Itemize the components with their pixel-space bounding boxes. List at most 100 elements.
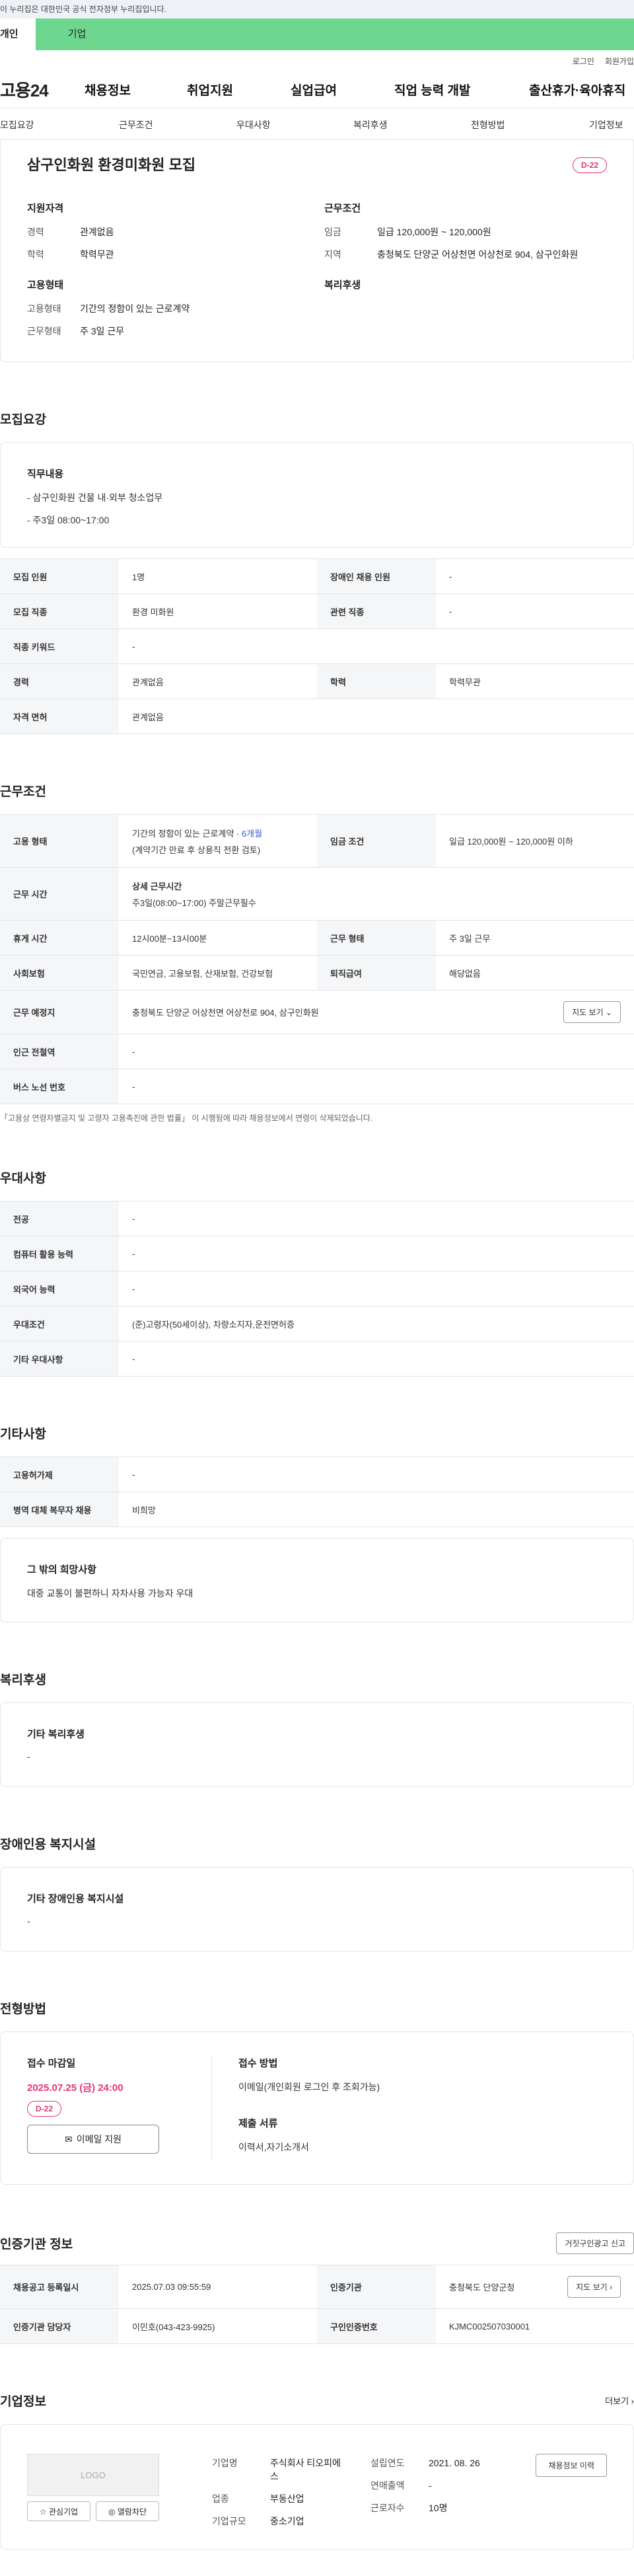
value: 충청북도 단양군 어상천면 어상천로 904, 삼구인화원 bbox=[377, 249, 579, 260]
benefit-value: - bbox=[27, 1751, 30, 1762]
tab-personal[interactable]: 개인 bbox=[0, 19, 36, 50]
label: 근무형태 bbox=[27, 326, 61, 336]
cert-table: 채용공고 등록일시 2025.07.03 09:55:59 인증기관 충청북도 단양군… bbox=[0, 2265, 634, 2344]
employment-heading: 고용형태 bbox=[27, 280, 64, 291]
anchor-work[interactable]: 근무조건 bbox=[119, 118, 153, 132]
company-size: 중소기업 bbox=[270, 2516, 304, 2526]
th: 근무 시간 bbox=[0, 868, 119, 920]
gnb-jobs[interactable]: 채용정보 bbox=[85, 81, 131, 98]
td: 이민호(043-423-9925) bbox=[132, 2322, 215, 2332]
other-wishes-box: 그 밖의 희망사항 대중 교통이 불편하니 자차사용 가능자 우대 bbox=[0, 1538, 634, 1622]
td: - bbox=[132, 1046, 135, 1057]
company-name: 주식회사 티오피에스 bbox=[270, 2458, 341, 2481]
job-title: 삼구인화원 환경미화원 모집 bbox=[27, 157, 196, 173]
th: 고용허가제 bbox=[0, 1457, 119, 1492]
th: 학력 bbox=[317, 664, 436, 699]
job-history-button[interactable]: 채용정보 이력 bbox=[536, 2454, 607, 2477]
deadline-heading: 접수 마감일 bbox=[27, 2058, 76, 2069]
block-company-button[interactable]: ◎ 열람차단 bbox=[96, 2501, 159, 2521]
company-info-col2: 설립연도 2021. 08. 26 연매출액 - 근로자수 10명 bbox=[370, 2456, 480, 2515]
th: 사회보험 bbox=[0, 956, 119, 990]
gnb-parental-leave[interactable]: 출산휴가·육아휴직 bbox=[529, 81, 625, 98]
section-disability-title: 장애인용 복지시설 bbox=[0, 1838, 96, 1852]
th: 근무 예정지 bbox=[0, 991, 119, 1034]
tab-company[interactable]: 기업 bbox=[36, 19, 118, 50]
docs-value: 이력서,자기소개서 bbox=[238, 2142, 309, 2152]
global-nav: 고용24 채용정보 취업지원 실업급여 직업 능력 개발 출산휴가·육아휴직 bbox=[0, 71, 634, 108]
employment-type: 고용형태 고용형태 기간의 정함이 있는 근로계약 근무형태 주 3일 근무 bbox=[27, 278, 190, 347]
util-nav: 로그인 회원가입 bbox=[0, 50, 634, 71]
company-more-link[interactable]: 더보기 › bbox=[605, 2394, 634, 2407]
disability-heading: 기타 장애인용 복지시설 bbox=[27, 1893, 124, 1905]
td: - bbox=[132, 641, 135, 652]
th: 직종 키워드 bbox=[0, 629, 119, 663]
favorite-company-button[interactable]: ☆ 관심기업 bbox=[27, 2501, 90, 2521]
welfare-heading: 복리후생 bbox=[324, 280, 361, 291]
td: - bbox=[132, 1213, 135, 1224]
label: 근로자수 bbox=[370, 2503, 405, 2513]
td: 비희망 bbox=[132, 1505, 156, 1515]
join-link[interactable]: 회원가입 bbox=[605, 56, 634, 67]
gnb-employment-support[interactable]: 취업지원 bbox=[187, 81, 233, 98]
cert-map-button[interactable]: 지도 보기 › bbox=[567, 2276, 621, 2298]
th: 채용공고 등록일시 bbox=[0, 2265, 119, 2308]
td: 주 3일 근무 bbox=[449, 933, 491, 944]
section-work-title: 근무조건 bbox=[0, 785, 46, 799]
value: 학력무관 bbox=[80, 249, 114, 260]
location-value: 충청북도 단양군 어상천면 어상천로 904, 삼구인화원 bbox=[132, 1008, 319, 1018]
td: - bbox=[132, 1283, 135, 1294]
anchor-company[interactable]: 기업정보 bbox=[589, 118, 623, 132]
recruit-table: 모집 인원 1명 장애인 채용 인원 - 모집 직종 환경 미화원 관련 직종 - 직종 키… bbox=[0, 558, 634, 734]
site-logo[interactable]: 고용24 bbox=[0, 77, 49, 102]
th: 모집 인원 bbox=[0, 559, 119, 593]
section-process-title: 전형방법 bbox=[0, 2002, 46, 2016]
pref-table: 전공 - 컴퓨터 활용 능력 - 외국어 능력 - 우대조건 (준)고령자(50세이상)… bbox=[0, 1201, 634, 1377]
th: 인증기관 bbox=[317, 2265, 436, 2308]
th: 인증기관 담당자 bbox=[0, 2309, 119, 2343]
td: - bbox=[449, 606, 452, 617]
section-company-title: 기업정보 bbox=[0, 2395, 46, 2409]
method-heading: 접수 방법 bbox=[238, 2058, 278, 2069]
job-description-box: 직무내용 - 삼구인화원 건물 내·외부 청소업무 - 주3일 08:00~17… bbox=[0, 442, 634, 548]
gnb-unemployment-benefit[interactable]: 실업급여 bbox=[291, 81, 337, 98]
th: 모집 직종 bbox=[0, 594, 119, 628]
email-apply-button[interactable]: ✉ 이메일 지원 bbox=[27, 2125, 159, 2154]
job-desc-line: - 주3일 08:00~17:00 bbox=[27, 515, 110, 525]
anchor-process[interactable]: 전형방법 bbox=[471, 118, 505, 132]
login-link[interactable]: 로그인 bbox=[573, 56, 594, 67]
td: 12시00분~13시00분 bbox=[132, 933, 207, 944]
job-desc-line: - 삼구인화원 건물 내·외부 청소업무 bbox=[27, 492, 163, 503]
th: 기타 우대사항 bbox=[0, 1342, 119, 1376]
anchor-benefit[interactable]: 복리후생 bbox=[353, 118, 388, 132]
cert-header: 인증기관 정보 거짓구인광고 신고 bbox=[0, 2232, 634, 2254]
section-benefit-title: 복리후생 bbox=[0, 1673, 46, 1687]
employment-period: 6개월 bbox=[241, 828, 263, 839]
condition-heading: 근무조건 bbox=[324, 203, 361, 214]
process-box: 접수 마감일 2025.07.25 (금) 24:00 D-22 ✉ 이메일 지원… bbox=[0, 2031, 634, 2185]
benefit-box: 기타 복리후생 - bbox=[0, 1702, 634, 1787]
process-dday-badge: D-22 bbox=[27, 2101, 62, 2117]
label: 지역 bbox=[324, 249, 341, 260]
other-wishes-value: 대중 교통이 불편하니 자차사용 가능자 우대 bbox=[27, 1588, 194, 1599]
method-col: 접수 방법 이메일(개인회원 로그인 후 조회가능) 제출 서류 이력서,자기소… bbox=[212, 2056, 380, 2160]
td: - bbox=[132, 1353, 135, 1364]
map-view-button[interactable]: 지도 보기 ⌄ bbox=[563, 1001, 621, 1023]
disability-value: - bbox=[27, 1916, 30, 1926]
section-recruit-title: 모집요강 bbox=[0, 413, 46, 427]
th: 병역 대체 복무자 채용 bbox=[0, 1492, 119, 1527]
employment-type-value: 기간의 정함이 있는 근로계약 · bbox=[132, 828, 242, 839]
anchor-tabs: 모집요강 근무조건 우대사항 복리후생 전형방법 기업정보 bbox=[0, 108, 634, 140]
td: - bbox=[449, 571, 452, 582]
company-logo: LOGO bbox=[27, 2454, 159, 2496]
annual-sales: - bbox=[429, 2480, 432, 2491]
cert-agency-value: 충청북도 단양군청 bbox=[449, 2283, 515, 2292]
established: 2021. 08. 26 bbox=[429, 2458, 480, 2468]
employee-count: 10명 bbox=[429, 2503, 448, 2513]
qualification-heading: 지원자격 bbox=[27, 203, 64, 214]
gnb-vocational-training[interactable]: 직업 능력 개발 bbox=[394, 81, 470, 98]
report-fake-ad-button[interactable]: 거짓구인광고 신고 bbox=[556, 2232, 634, 2254]
td: - bbox=[132, 1248, 135, 1259]
anchor-pref[interactable]: 우대사항 bbox=[236, 118, 271, 132]
th: 구인인증번호 bbox=[317, 2309, 436, 2343]
anchor-recruit[interactable]: 모집요강 bbox=[0, 118, 34, 132]
